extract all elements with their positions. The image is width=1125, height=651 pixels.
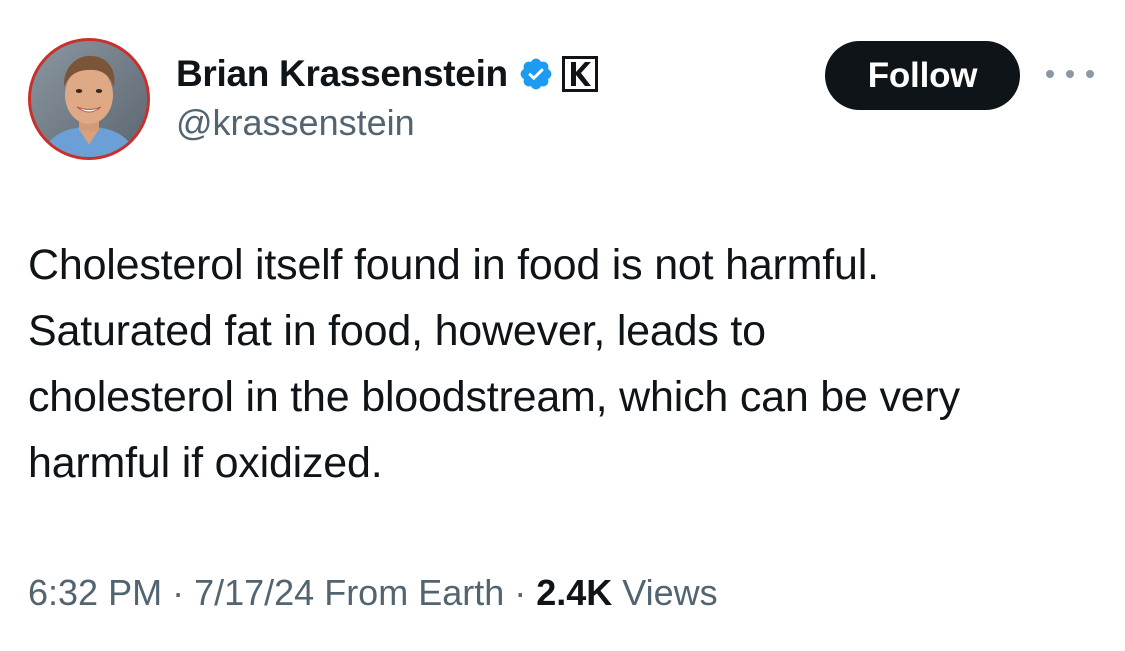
tweet-time[interactable]: 6:32 PM <box>28 572 162 614</box>
tweet-text-line: harmful if oxidized. <box>28 439 383 487</box>
tweet-source: From Earth <box>324 572 505 613</box>
tweet-date[interactable]: 7/17/24 <box>194 572 314 614</box>
tweet-text: Cholesterol itself found in food is not … <box>28 232 1108 496</box>
more-options-icon[interactable] <box>1046 64 1094 84</box>
meta-separator: · <box>172 572 185 613</box>
verified-badge-icon[interactable] <box>518 56 554 92</box>
tweet-text-line: Saturated fat in food, however, leads to <box>28 307 766 355</box>
tweet-text-line: Cholesterol itself found in food is not … <box>28 241 879 289</box>
tweet-meta: 6:32 PM · 7/17/24 From Earth · 2.4K View… <box>28 572 718 614</box>
more-dot <box>1086 70 1094 78</box>
affiliate-k-icon[interactable] <box>561 56 598 92</box>
meta-separator: · <box>514 572 527 613</box>
tweet-text-line: cholesterol in the bloodstream, which ca… <box>28 373 960 421</box>
author-name-row: Brian Krassenstein <box>176 50 598 98</box>
more-dot <box>1066 70 1074 78</box>
avatar[interactable] <box>28 38 150 160</box>
avatar-photo <box>31 41 147 157</box>
author-display-name[interactable]: Brian Krassenstein <box>176 53 508 95</box>
tweet-card: Brian Krassenstein @krassenstein Follow … <box>0 0 1125 651</box>
author-handle[interactable]: @krassenstein <box>176 102 415 144</box>
views-count[interactable]: 2.4K <box>536 572 612 614</box>
follow-button[interactable]: Follow <box>825 41 1020 110</box>
views-label[interactable]: Views <box>622 572 717 614</box>
more-dot <box>1046 70 1054 78</box>
